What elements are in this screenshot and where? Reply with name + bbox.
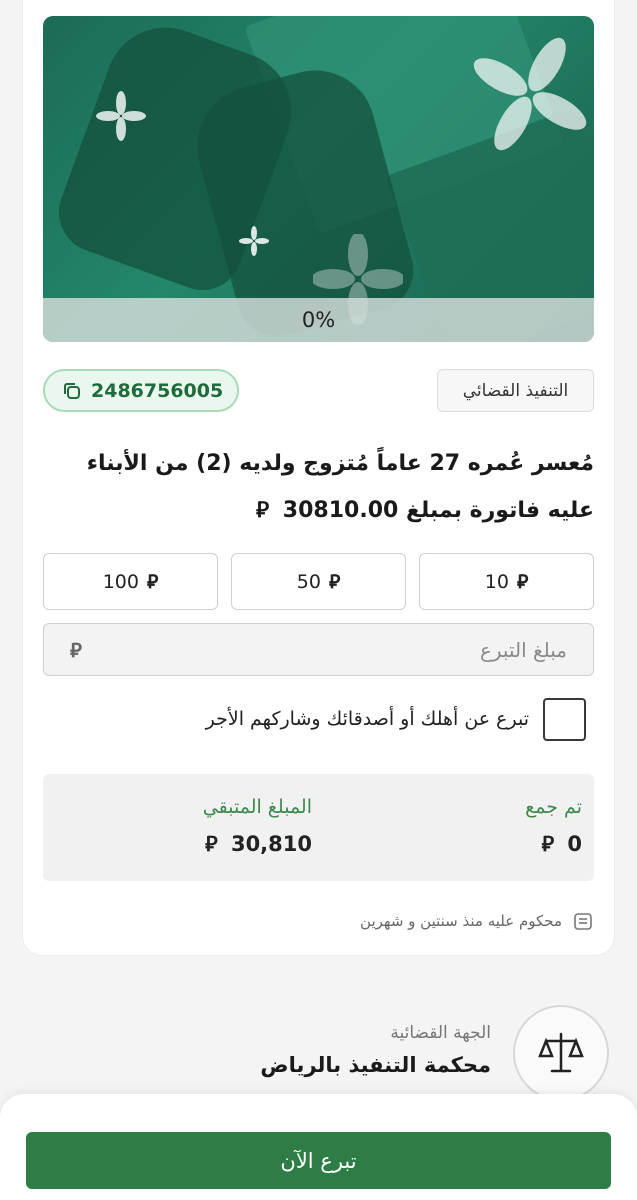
progress-indicator: 0% xyxy=(43,298,594,342)
donate-now-label: تبرع الآن xyxy=(280,1148,357,1173)
scales-icon xyxy=(538,1032,584,1073)
case-title-text: مُعسر عُمره 27 عاماً مُتزوج ولديه (2) من… xyxy=(86,451,594,523)
donation-stats: تم جمع 0 ⃁ المبلغ المتبقي 30,810 ⃁ xyxy=(43,774,594,881)
gift-donation-row[interactable]: تبرع عن أهلك أو أصدقائك وشاركهم الأجر xyxy=(43,697,594,741)
amount-button-10[interactable]: 10 ⃁ xyxy=(419,553,594,610)
remaining-stat: المبلغ المتبقي 30,810 ⃁ xyxy=(203,796,312,857)
riyal-icon: ⃁ xyxy=(256,498,270,523)
court-section: الجهة القضائية محكمة التنفيذ بالرياض xyxy=(0,1005,637,1101)
flower-icon-large xyxy=(473,37,587,151)
donation-placeholder: مبلغ التبرع xyxy=(479,637,567,662)
judgment-info: محكوم عليه منذ سنتين و شهرين xyxy=(43,905,594,937)
amount-value: 10 xyxy=(484,570,509,593)
case-image: 0% xyxy=(43,16,594,342)
amount-button-50[interactable]: 50 ⃁ xyxy=(231,553,406,610)
riyal-icon: ⃁ xyxy=(541,832,555,856)
collected-label: تم جمع xyxy=(525,796,582,818)
collected-amount: 0 ⃁ xyxy=(541,832,582,856)
court-name: محكمة التنفيذ بالرياض xyxy=(260,1053,491,1077)
gift-label: تبرع عن أهلك أو أصدقائك وشاركهم الأجر xyxy=(205,708,529,730)
riyal-icon: ⃁ xyxy=(70,637,82,662)
bottom-action-bar: تبرع الآن xyxy=(0,1094,637,1200)
flower-icon-small xyxy=(239,226,269,256)
riyal-icon: ⃁ xyxy=(328,570,341,593)
riyal-icon: ⃁ xyxy=(146,570,159,593)
donation-amount-input[interactable]: ⃁ مبلغ التبرع xyxy=(43,623,594,676)
flower-icon xyxy=(96,91,146,141)
category-label: التنفيذ القضائي xyxy=(462,380,569,401)
remaining-amount: 30,810 ⃁ xyxy=(205,832,312,856)
calendar-icon xyxy=(574,913,592,930)
copy-icon[interactable] xyxy=(61,380,83,402)
case-title: مُعسر عُمره 27 عاماً مُتزوج ولديه (2) من… xyxy=(43,440,594,534)
judgment-text: محكوم عليه منذ سنتين و شهرين xyxy=(360,912,562,930)
case-code-badge[interactable]: 2486756005 xyxy=(43,369,239,412)
gift-checkbox[interactable] xyxy=(543,697,586,741)
amount-value: 50 xyxy=(296,570,321,593)
case-code: 2486756005 xyxy=(91,379,224,402)
category-tag: التنفيذ القضائي xyxy=(437,369,594,412)
amount-value: 100 xyxy=(102,570,139,593)
riyal-icon: ⃁ xyxy=(516,570,529,593)
remaining-label: المبلغ المتبقي xyxy=(202,796,312,818)
donate-now-button[interactable]: تبرع الآن xyxy=(26,1132,611,1189)
progress-label: 0% xyxy=(301,308,336,332)
court-info: الجهة القضائية محكمة التنفيذ بالرياض xyxy=(260,1023,491,1077)
court-logo xyxy=(513,1005,609,1101)
riyal-icon: ⃁ xyxy=(205,832,218,856)
amount-button-100[interactable]: 100 ⃁ xyxy=(43,553,218,610)
court-label: الجهة القضائية xyxy=(390,1023,491,1043)
collected-stat: تم جمع 0 ⃁ xyxy=(525,796,582,857)
